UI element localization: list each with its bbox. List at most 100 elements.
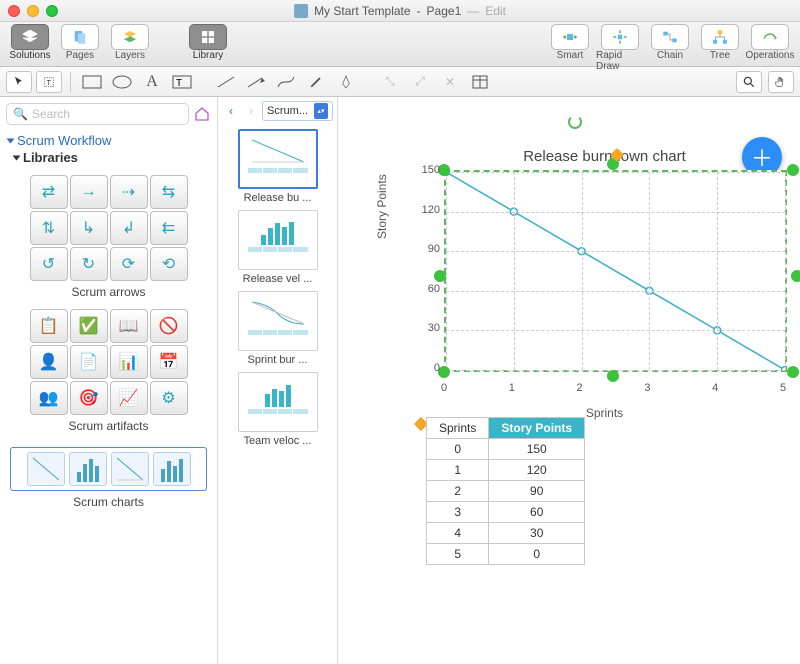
table-cell: 90 (489, 481, 585, 502)
stencil-item[interactable]: ⇅ (30, 211, 68, 245)
stencil-item[interactable]: ⇢ (110, 175, 148, 209)
library-label: Scrum charts (10, 495, 207, 509)
table-cell: 5 (427, 544, 489, 565)
category-dropdown[interactable]: Scrum... ▴▾ (262, 101, 333, 121)
x-tick-label: 5 (780, 382, 786, 394)
x-tick-label: 2 (577, 382, 583, 394)
connector-2-tool[interactable]: ⤢ (407, 71, 433, 93)
library-scrum-artifacts[interactable]: 📋✅📖🚫 👤📄📊📅 👥🎯📈⚙ Scrum artifacts (0, 303, 217, 437)
selection-handle[interactable] (791, 270, 800, 282)
rapid-draw-button[interactable]: Rapid Draw (596, 24, 644, 72)
pencil-tool[interactable] (303, 71, 329, 93)
table-row[interactable]: 360 (427, 502, 585, 523)
drawing-canvas[interactable]: ＋ Release burndown chart Story Points Sp… (338, 97, 800, 664)
connector-1-tool[interactable]: ⤡ (377, 71, 403, 93)
arrow-tool[interactable] (243, 71, 269, 93)
pointer-tool[interactable] (6, 71, 32, 93)
stencil-item[interactable]: 📋 (30, 309, 68, 343)
stencil-item[interactable]: 📄 (70, 345, 108, 379)
selection-handle[interactable] (434, 270, 446, 282)
home-icon (194, 106, 210, 122)
library-scrum-charts[interactable]: Scrum charts (0, 437, 217, 513)
stencil-item[interactable] (27, 452, 65, 486)
text-select-tool[interactable]: T (36, 71, 62, 93)
library-label: Scrum artifacts (10, 419, 207, 433)
rectangle-tool[interactable] (79, 71, 105, 93)
stencil-item[interactable]: 📖 (110, 309, 148, 343)
zoom-tool[interactable] (736, 71, 762, 93)
stencil-item[interactable]: ⟳ (110, 247, 148, 281)
magnifier-icon (742, 75, 756, 89)
stencil-item[interactable]: ↺ (30, 247, 68, 281)
stencil-item[interactable] (153, 452, 191, 486)
nav-forward-button[interactable]: › (242, 102, 260, 120)
stencil-item[interactable]: ⟲ (150, 247, 188, 281)
svg-text:T: T (176, 78, 182, 89)
stencil-item[interactable] (69, 452, 107, 486)
tree-libraries[interactable]: Libraries (14, 150, 209, 165)
stencil-item[interactable]: ⇇ (150, 211, 188, 245)
stencil-item[interactable]: → (70, 175, 108, 209)
ellipse-tool[interactable] (109, 71, 135, 93)
smart-button[interactable]: Smart (546, 24, 594, 72)
thumbnail-list: Release bu ...Release vel ...Sprint bur … (218, 125, 337, 664)
template-thumbnail[interactable]: Release bu ... (226, 129, 329, 204)
stencil-item[interactable]: 📅 (150, 345, 188, 379)
library-button[interactable]: Library (184, 24, 232, 61)
stencil-item[interactable] (111, 452, 149, 486)
library-scrum-arrows[interactable]: ⇄→⇢⇆ ⇅↳↲⇇ ↺↻⟳⟲ Scrum arrows (0, 169, 217, 303)
layers-button[interactable]: Layers (106, 24, 154, 61)
selection-handle[interactable] (607, 370, 619, 382)
table-row[interactable]: 50 (427, 544, 585, 565)
minimize-window-button[interactable] (27, 5, 39, 17)
connector-3-tool[interactable]: ✕ (437, 71, 463, 93)
spline-tool[interactable] (273, 71, 299, 93)
stencil-item[interactable]: ↲ (110, 211, 148, 245)
zoom-window-button[interactable] (46, 5, 58, 17)
operations-button[interactable]: Operations (746, 24, 794, 72)
selection-handle[interactable] (787, 366, 799, 378)
nav-back-button[interactable]: ‹ (222, 102, 240, 120)
chain-button[interactable]: Chain (646, 24, 694, 72)
stencil-item[interactable]: ⇆ (150, 175, 188, 209)
tree-root[interactable]: Scrum Workflow (8, 133, 209, 148)
stencil-item[interactable]: ↻ (70, 247, 108, 281)
chain-icon (661, 28, 679, 46)
pen-tool[interactable] (333, 71, 359, 93)
stencil-item[interactable]: 🚫 (150, 309, 188, 343)
stencil-item[interactable]: 📈 (110, 381, 148, 415)
data-table-object[interactable]: Sprints Story Points 0150112029036043050 (426, 417, 585, 565)
stencil-item[interactable]: 🎯 (70, 381, 108, 415)
table-tool[interactable] (467, 71, 493, 93)
template-thumbnail[interactable]: Release vel ... (226, 210, 329, 285)
table-row[interactable]: 290 (427, 481, 585, 502)
stencil-item[interactable]: ✅ (70, 309, 108, 343)
table-row[interactable]: 0150 (427, 439, 585, 460)
table-row[interactable]: 1120 (427, 460, 585, 481)
table-row[interactable]: 430 (427, 523, 585, 544)
solutions-button[interactable]: Solutions (6, 24, 54, 61)
template-thumbnail[interactable]: Team veloc ... (226, 372, 329, 447)
search-placeholder: Search (32, 107, 70, 121)
tree-button[interactable]: Tree (696, 24, 744, 72)
textbox-tool[interactable]: T (169, 71, 195, 93)
stencil-item[interactable]: 👤 (30, 345, 68, 379)
pan-tool[interactable] (768, 71, 794, 93)
pages-button[interactable]: Pages (56, 24, 104, 61)
home-button[interactable] (193, 105, 211, 123)
selection-handle[interactable] (787, 164, 799, 176)
close-window-button[interactable] (8, 5, 20, 17)
table-cell: 0 (489, 544, 585, 565)
stencil-item[interactable]: ↳ (70, 211, 108, 245)
x-tick-label: 3 (644, 382, 650, 394)
line-tool[interactable] (213, 71, 239, 93)
stencil-item[interactable]: 📊 (110, 345, 148, 379)
search-input[interactable]: 🔍 Search (6, 103, 189, 125)
toolbar-left-group: Solutions Pages Layers (6, 24, 154, 61)
template-thumbnail[interactable]: Sprint bur ... (226, 291, 329, 366)
stencil-item[interactable]: ⇄ (30, 175, 68, 209)
text-tool[interactable]: A (139, 71, 165, 93)
stencil-item[interactable]: ⚙ (150, 381, 188, 415)
burndown-chart-object[interactable]: Release burndown chart Story Points Spri… (412, 152, 797, 392)
stencil-item[interactable]: 👥 (30, 381, 68, 415)
